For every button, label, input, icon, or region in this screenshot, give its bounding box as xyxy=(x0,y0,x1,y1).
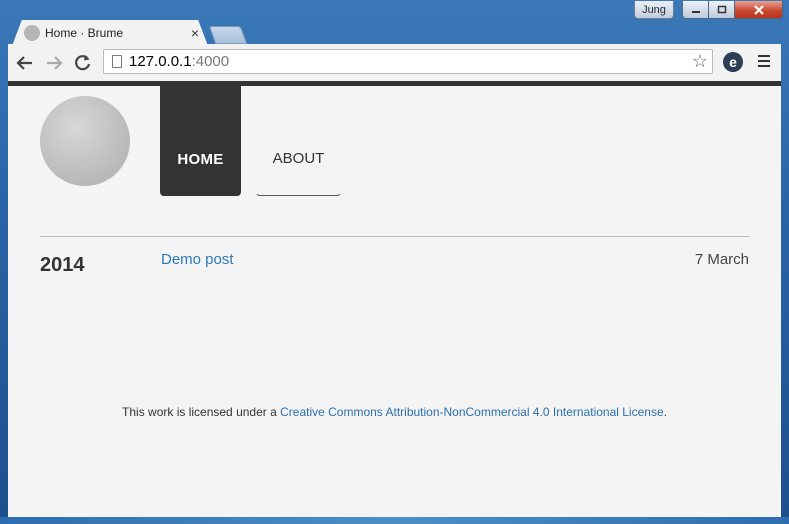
tab-content: Home · Brume × xyxy=(24,22,210,44)
back-arrow-icon[interactable] xyxy=(14,52,36,74)
footer-suffix: . xyxy=(663,405,667,419)
minimize-button[interactable] xyxy=(682,1,709,19)
reload-icon[interactable] xyxy=(72,52,94,74)
url-host: 127.0.0.1 xyxy=(129,53,192,70)
window-controls xyxy=(682,1,783,19)
hamburger-menu-icon[interactable] xyxy=(758,55,770,70)
tab-close-icon[interactable]: × xyxy=(188,25,202,41)
nav-item-home[interactable]: HOME xyxy=(160,86,241,196)
license-link[interactable]: Creative Commons Attribution-NonCommerci… xyxy=(280,405,664,419)
tab-title: Home · Brume xyxy=(45,26,124,40)
page-content: HOME ABOUT 2014 Demo post 7 March This w… xyxy=(8,81,781,517)
page-icon xyxy=(112,55,122,68)
browser-window: Jung Home · Brume × 127.0.0.1:4000 ☆ e … xyxy=(0,0,789,524)
forward-arrow-icon[interactable] xyxy=(43,52,65,74)
maximize-icon xyxy=(717,5,726,13)
favicon-icon xyxy=(24,25,40,41)
footer: This work is licensed under a Creative C… xyxy=(8,405,781,419)
new-tab-button[interactable] xyxy=(208,26,248,44)
window-bottom-edge xyxy=(0,517,789,524)
divider xyxy=(40,236,750,237)
url-port: :4000 xyxy=(191,53,230,70)
minimize-icon xyxy=(691,10,700,13)
extension-icon[interactable]: e xyxy=(723,52,743,72)
post-link[interactable]: Demo post xyxy=(161,251,234,268)
browser-toolbar: 127.0.0.1:4000 ☆ e xyxy=(8,44,781,81)
post-date: 7 March xyxy=(694,251,749,268)
maximize-button[interactable] xyxy=(709,1,735,19)
nav-item-about[interactable]: ABOUT xyxy=(255,86,342,196)
close-window-button[interactable] xyxy=(735,1,783,19)
archive-year: 2014 xyxy=(40,254,85,276)
star-icon[interactable]: ☆ xyxy=(692,51,708,72)
footer-text: This work is licensed under a xyxy=(122,405,281,419)
avatar[interactable] xyxy=(40,96,130,186)
address-bar[interactable]: 127.0.0.1:4000 ☆ xyxy=(103,49,713,74)
close-icon xyxy=(753,4,764,15)
profile-badge[interactable]: Jung xyxy=(634,1,674,19)
